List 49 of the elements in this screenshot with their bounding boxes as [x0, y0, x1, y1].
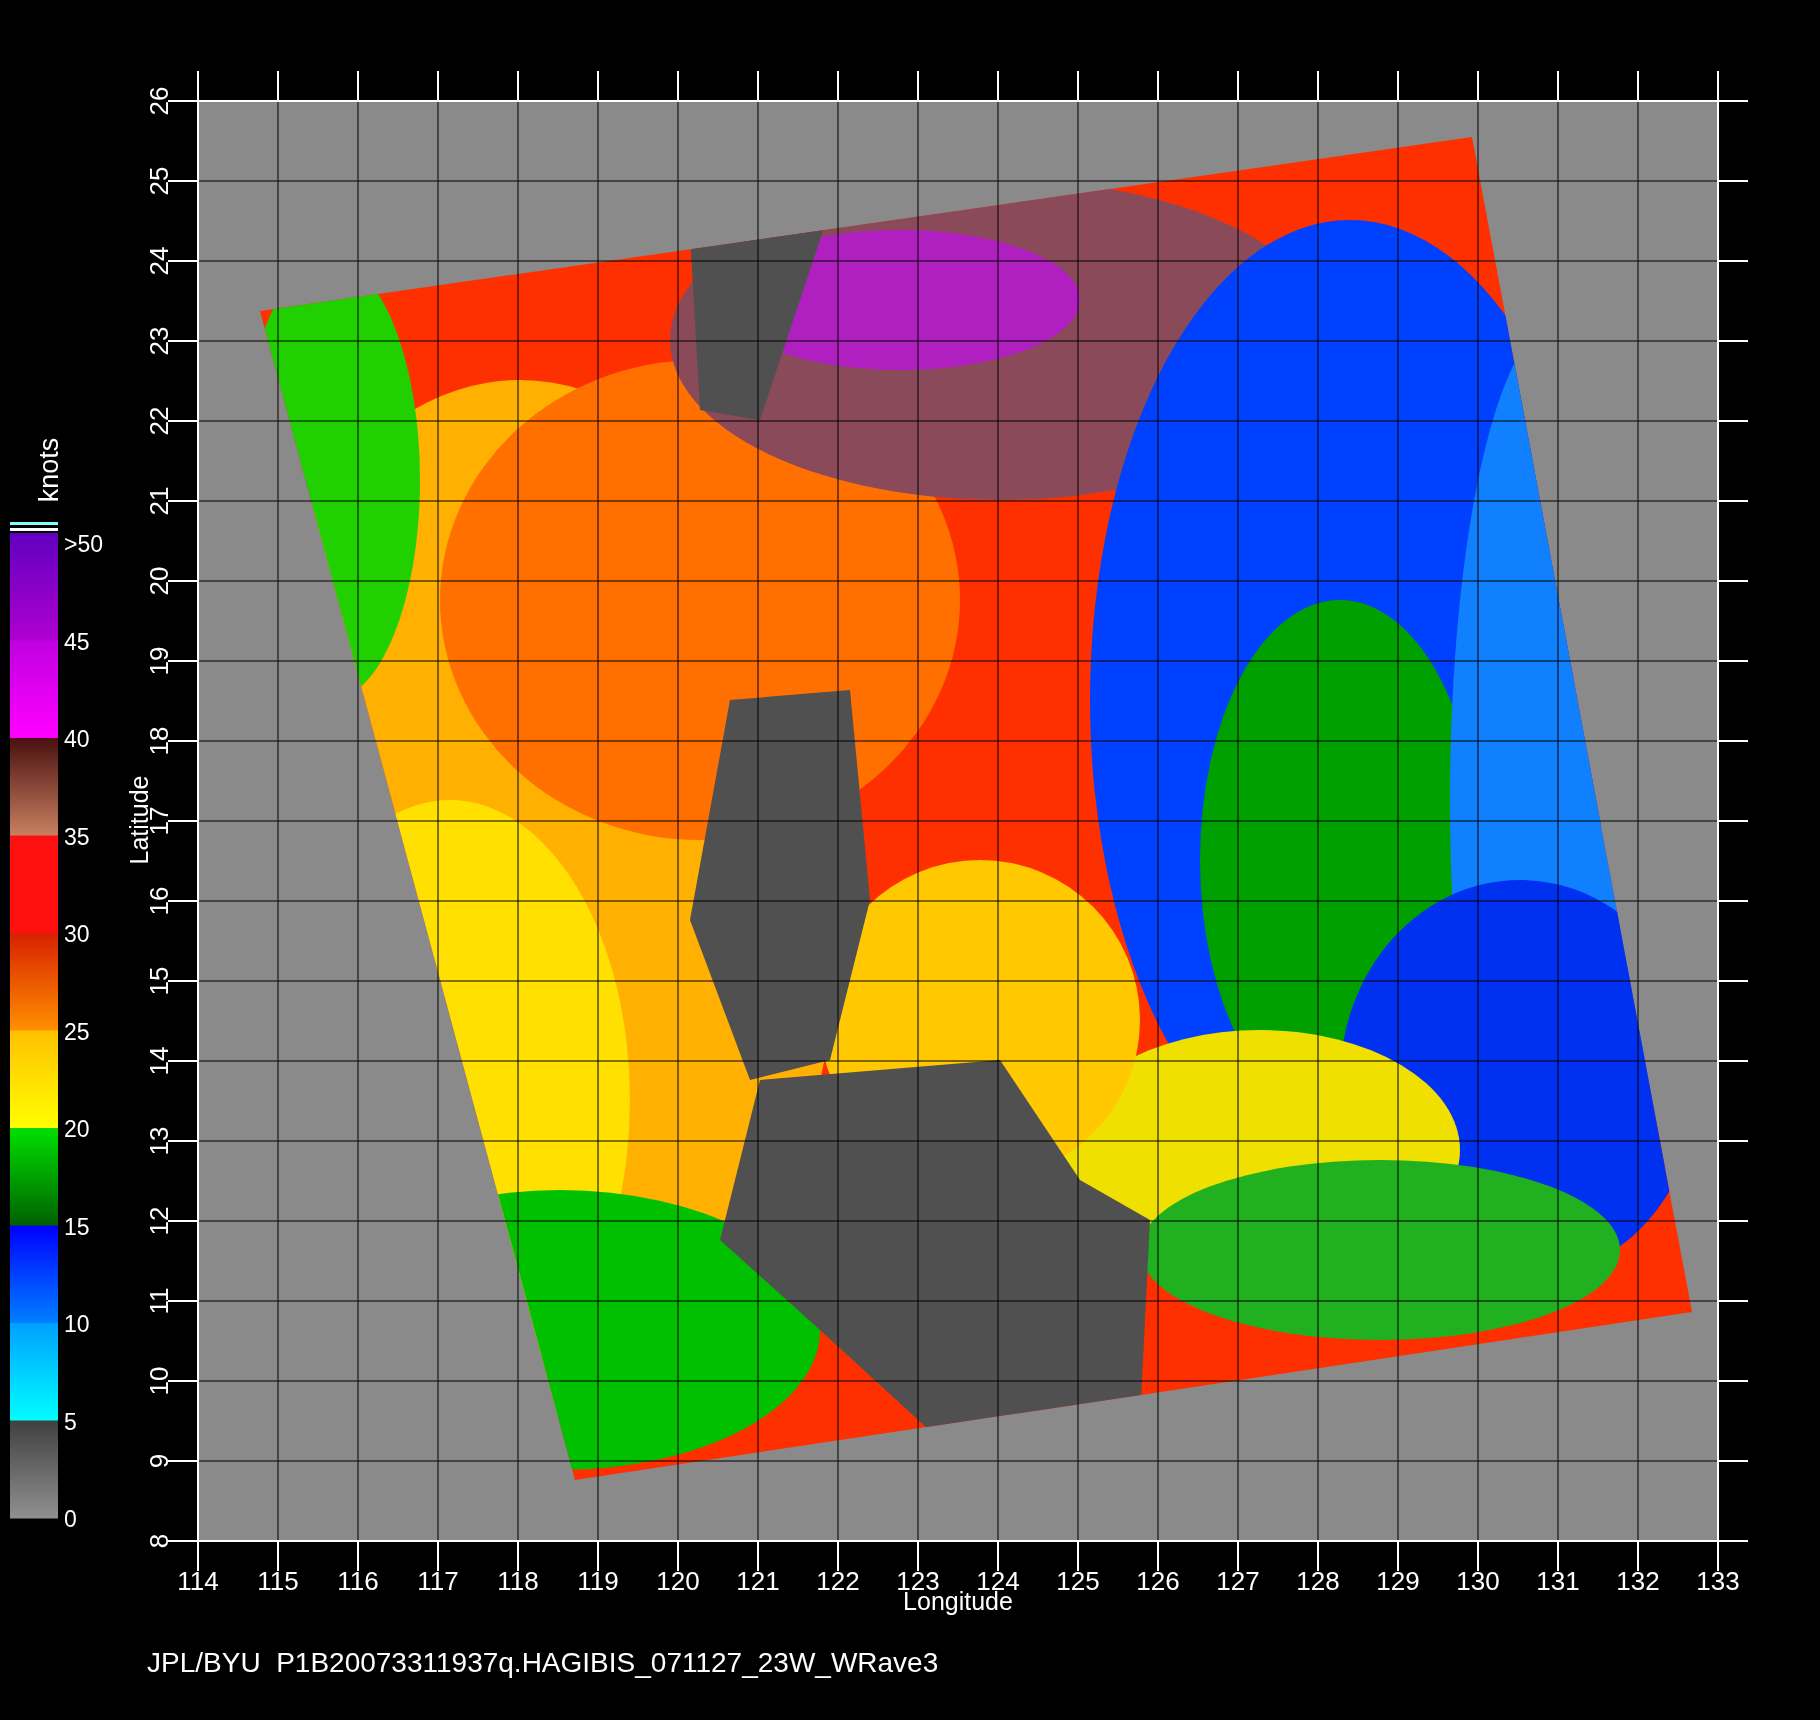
x-tick-label: 114	[177, 1566, 219, 1596]
y-tick-label: 9	[144, 1453, 174, 1469]
y-tick-label: 23	[144, 326, 174, 356]
x-tick-label: 117	[417, 1566, 459, 1596]
y-tick-label: 12	[144, 1206, 174, 1236]
x-tick-label: 125	[1056, 1566, 1100, 1596]
y-tick-label: 22	[144, 406, 174, 436]
y-tick-label: 21	[144, 486, 174, 516]
colorbar-label: 35	[64, 823, 90, 850]
y-tick-label: 14	[144, 1046, 174, 1076]
colorbar-label: >50	[64, 531, 103, 557]
colorbar-title: knots	[34, 437, 64, 503]
y-tick-label: 20	[144, 566, 174, 596]
y-tick-label: 11	[144, 1287, 174, 1315]
y-tick-label: 26	[144, 86, 174, 116]
x-tick-label: 119	[577, 1566, 619, 1596]
y-tick-label: 19	[144, 646, 174, 676]
x-tick-label: 131	[1536, 1566, 1580, 1596]
x-tick-label: 115	[257, 1566, 299, 1596]
x-tick-label: 130	[1456, 1566, 1500, 1596]
colorbar-label: 25	[64, 1018, 90, 1045]
x-tick-label: 128	[1296, 1566, 1340, 1596]
y-tick-label: 8	[144, 1533, 174, 1549]
colorbar-label: 0	[64, 1506, 77, 1532]
x-tick-label: 121	[736, 1566, 780, 1596]
x-tick-label: 127	[1216, 1566, 1260, 1596]
y-tick-label: 16	[144, 886, 174, 916]
colorbar-label: 5	[64, 1408, 77, 1435]
colorbar-label: 40	[64, 726, 90, 752]
x-tick-label: 120	[656, 1566, 700, 1596]
x-tick-label: 133	[1696, 1566, 1740, 1596]
colorbar-label: 30	[64, 921, 90, 947]
y-tick-label: 24	[144, 246, 174, 276]
x-tick-label: 126	[1136, 1566, 1180, 1596]
colorbar-label: 45	[64, 628, 90, 655]
x-tick-label: 129	[1376, 1566, 1420, 1596]
x-tick-label: 122	[816, 1566, 860, 1596]
y-tick-label: 10	[144, 1366, 174, 1396]
colorbar-label: 10	[64, 1311, 90, 1337]
y-tick-label: 13	[144, 1126, 174, 1156]
x-tick-label: 116	[337, 1566, 379, 1596]
y-tick-label: 25	[144, 166, 174, 196]
y-tick-label: 18	[144, 726, 174, 756]
colorbar-label: 15	[64, 1213, 90, 1240]
y-tick-label: 15	[144, 966, 174, 996]
x-tick-label: 118	[497, 1566, 539, 1596]
colorbar-label: 20	[64, 1116, 90, 1142]
x-tick-label: 132	[1616, 1566, 1660, 1596]
footer-caption: JPL/BYU P1B20073311937q.HAGIBIS_071127_23W_WRave3	[147, 1647, 939, 1678]
